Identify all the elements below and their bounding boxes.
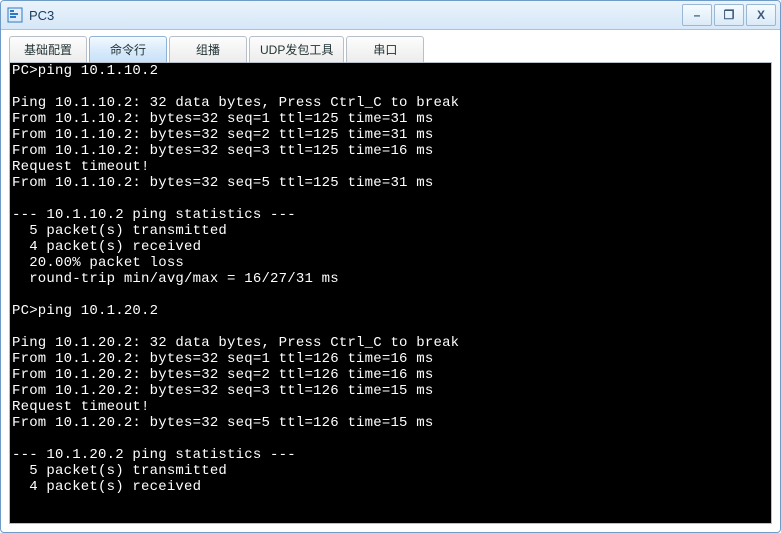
tab-multicast[interactable]: 组播 [169,36,247,62]
titlebar[interactable]: PC3 – ❐ X [1,1,780,30]
tab-basic-config[interactable]: 基础配置 [9,36,87,62]
app-window: PC3 – ❐ X 基础配置 命令行 组播 UDP发包工具 串口 PC>ping… [0,0,781,533]
tabs-row: 基础配置 命令行 组播 UDP发包工具 串口 [1,30,780,62]
minimize-button[interactable]: – [682,4,712,26]
close-button[interactable]: X [746,4,776,26]
app-icon [7,7,23,23]
tab-udp-tool[interactable]: UDP发包工具 [249,36,344,62]
terminal-frame: PC>ping 10.1.10.2 Ping 10.1.10.2: 32 dat… [9,62,772,524]
tab-serial[interactable]: 串口 [346,36,424,62]
terminal-output[interactable]: PC>ping 10.1.10.2 Ping 10.1.10.2: 32 dat… [10,63,771,523]
maximize-button[interactable]: ❐ [714,4,744,26]
tab-command-line[interactable]: 命令行 [89,36,167,62]
window-title: PC3 [29,8,682,23]
terminal-scroll[interactable]: PC>ping 10.1.10.2 Ping 10.1.10.2: 32 dat… [10,63,771,523]
window-buttons: – ❐ X [682,4,776,26]
